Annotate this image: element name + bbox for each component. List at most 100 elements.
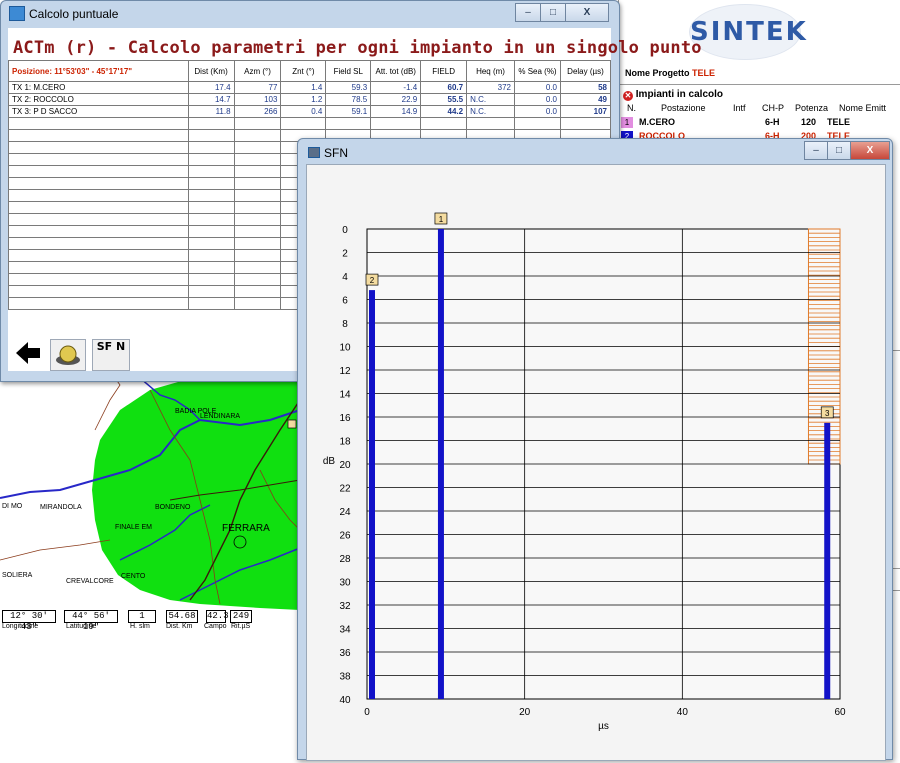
empty-cell [187, 285, 235, 298]
empty-cell [187, 297, 235, 310]
impianti-columns: N. Postazione Intf CH-P Potenza Nome Emi… [619, 103, 900, 115]
town-label: FERRARA [222, 523, 270, 534]
town-label: CENTO [121, 573, 146, 580]
tx-cell: TX 2: ROCCOLO [8, 93, 189, 106]
table-header: Posizione: 11°53'03" - 45°17'17" Dist (K… [8, 60, 612, 82]
field-value: 42.3 [206, 610, 229, 623]
empty-cell [8, 249, 189, 262]
toggle-button[interactable] [50, 339, 86, 371]
window-titlebar[interactable]: Calcolo puntuale – □ X [1, 1, 619, 27]
town-label: BONDENO [155, 504, 191, 511]
azm-cell: 103 [233, 93, 282, 106]
empty-cell [8, 225, 189, 238]
distance-value: 54.68 [166, 610, 198, 623]
table-row[interactable]: TX 1: M.CERO 17.4 77 1.4 59.3 -1.4 60.7 372 0.0 5… [8, 81, 612, 94]
empty-cell [233, 249, 282, 262]
empty-cell [187, 213, 235, 226]
empty-cell [8, 177, 189, 190]
maximize-button[interactable]: □ [540, 3, 566, 22]
row-postazione: M.CERO [639, 117, 675, 127]
empty-cell [187, 237, 235, 250]
column-header[interactable]: Znt (°) [280, 60, 327, 82]
height-label: H. slm [130, 623, 150, 630]
sfn-bar-label: 1 [439, 215, 444, 224]
position-cell: Posizione: 11°53'03" - 45°17'17" [8, 60, 189, 82]
window-titlebar[interactable]: SFN – □ X [298, 139, 892, 165]
att-cell: -1.4 [370, 81, 422, 94]
column-header[interactable]: Heq (m) [466, 60, 515, 82]
field_sl-cell: 59.3 [325, 81, 372, 94]
att-cell: 22.9 [370, 93, 422, 106]
impianti-row[interactable]: 1 M.CERO 6-H 120 TELE [621, 117, 900, 129]
calc-header: ACTm (r) - Calcolo parametri per ogni im… [13, 38, 702, 58]
x-axis-label: µs [598, 721, 609, 732]
tx-marker-3 [287, 419, 297, 429]
column-header[interactable]: Dist (Km) [187, 60, 235, 82]
column-header[interactable]: Azm (°) [233, 60, 282, 82]
y-tick-label: 4 [342, 272, 348, 283]
column-header[interactable]: Field SL [325, 60, 372, 82]
empty-cell [8, 165, 189, 178]
column-header[interactable]: % Sea (%) [513, 60, 561, 82]
y-tick-label: 30 [339, 578, 351, 589]
error-icon: ✕ [623, 91, 633, 101]
empty-cell [559, 117, 612, 130]
close-button[interactable]: X [850, 141, 890, 160]
column-header[interactable]: FIELD [420, 60, 468, 82]
y-tick-label: 40 [339, 695, 351, 706]
sfn-bar [369, 290, 375, 699]
empty-cell [233, 117, 282, 130]
sfn-bar [437, 229, 444, 699]
empty-cell [8, 237, 189, 250]
minimize-button[interactable]: – [515, 3, 541, 22]
x-tick-label: 20 [519, 707, 531, 718]
delay-value: 249 [230, 610, 252, 623]
empty-row [8, 117, 612, 130]
close-button[interactable]: X [565, 3, 609, 22]
heq-cell: N.C. [466, 93, 515, 106]
delay-label: Rit.µS [231, 623, 251, 630]
field_sl-cell: 59.1 [325, 105, 372, 118]
azm-cell: 77 [233, 81, 282, 94]
maximize-button[interactable]: □ [827, 141, 851, 160]
table-row[interactable]: TX 2: ROCCOLO 14.7 103 1.2 78.5 22.9 55.5 N.C. 0… [8, 93, 612, 106]
empty-cell [187, 189, 235, 202]
field-cell: 55.5 [420, 93, 468, 106]
project-name-label: Nome Progetto TELE [625, 68, 715, 78]
y-tick-label: 28 [339, 554, 351, 565]
att-cell: 14.9 [370, 105, 422, 118]
y-tick-label: 10 [339, 343, 351, 354]
coordinate-readout: 12° 30' 43" 44° 56' 19" 1 54.68 42.3 249… [0, 608, 300, 638]
town-label: MIRANDOLA [40, 504, 82, 511]
empty-cell [513, 117, 561, 130]
empty-cell [187, 177, 235, 190]
empty-cell [187, 225, 235, 238]
impianti-label: Impianti in calcolo [635, 89, 724, 100]
minimize-button[interactable]: – [804, 141, 828, 160]
col-intf: Intf [733, 103, 746, 113]
sea-cell: 0.0 [513, 93, 561, 106]
sfn-bar-label: 3 [825, 409, 830, 418]
znt-cell: 1.2 [280, 93, 327, 106]
empty-cell [187, 261, 235, 274]
sfn-bar [824, 422, 831, 699]
empty-cell [187, 249, 235, 262]
sfn-button[interactable]: SF N [92, 339, 130, 371]
empty-cell [233, 237, 282, 250]
sfn-window[interactable]: SFN – □ X 0 2 4 6 8 10 12 14 16 18 20 22 24 26 28 30 32 3… [297, 138, 893, 761]
empty-cell [325, 117, 372, 130]
table-row[interactable]: TX 3: P D SACCO 11.8 266 0.4 59.1 14.9 44.2 N.C… [8, 105, 612, 118]
column-header[interactable]: Att. tot (dB) [370, 60, 422, 82]
empty-cell [370, 117, 422, 130]
tx-cell: TX 1: M.CERO [8, 81, 189, 94]
dist-cell: 14.7 [187, 93, 235, 106]
col-postazione: Postazione [661, 103, 706, 113]
column-header[interactable]: Delay (µs) [559, 60, 612, 82]
back-button[interactable] [12, 339, 42, 369]
empty-cell [233, 153, 282, 166]
y-tick-label: 0 [342, 225, 348, 236]
window-controls: – □ X [515, 3, 615, 22]
empty-cell [187, 201, 235, 214]
town-label: SOLIERA [2, 572, 33, 579]
tx-cell: TX 3: P D SACCO [8, 105, 189, 118]
